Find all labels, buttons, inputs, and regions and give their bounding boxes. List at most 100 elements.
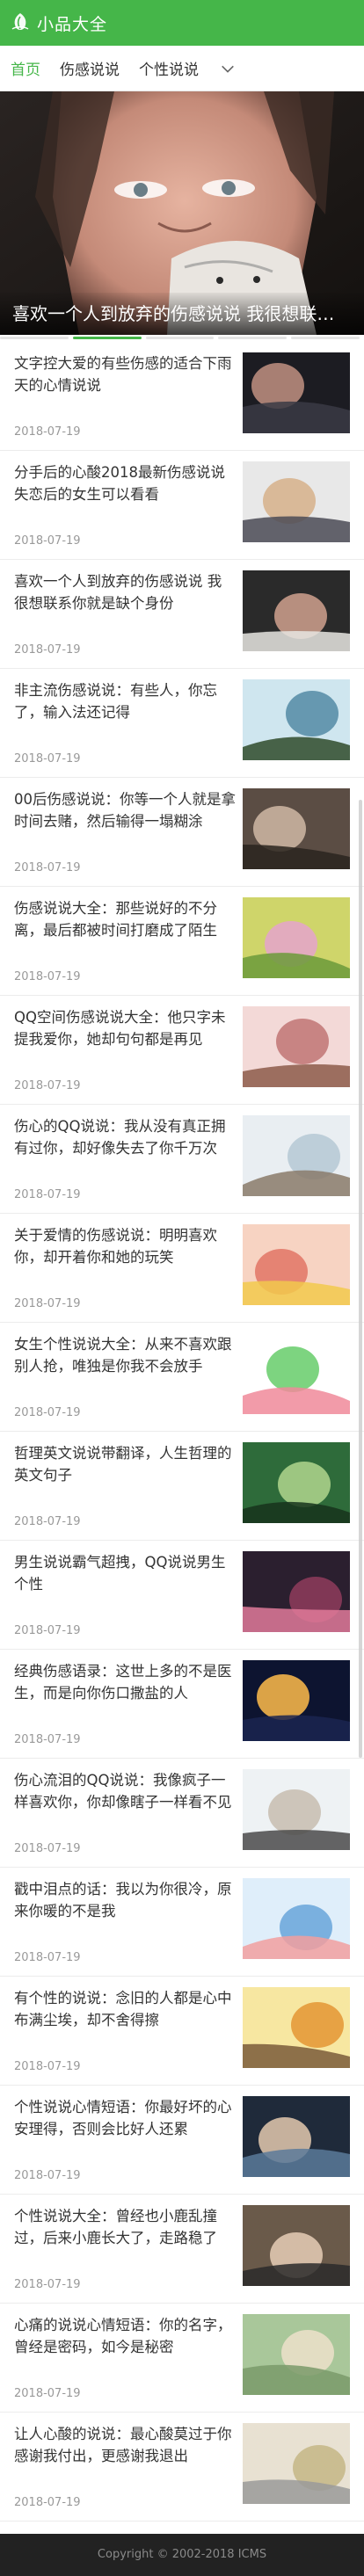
article-item[interactable]: 伤心的QQ说说：我从没有真正拥有过你，却好像失去了你千万次 2018-07-19 [0, 1105, 364, 1214]
article-title[interactable]: 00后伤感说说：你等一个人就是拿时间去赌，然后输得一塌糊涂 [14, 788, 236, 832]
article-date: 2018-07-19 [14, 2387, 81, 2400]
article-title[interactable]: QQ空间伤感说说大全：他只字未提我爱你，她却句句都是再见 [14, 1006, 236, 1050]
chevron-down-icon[interactable] [218, 59, 237, 78]
article-thumbnail[interactable] [243, 461, 350, 542]
article-thumbnail[interactable] [243, 679, 350, 760]
article-item[interactable]: 让人心酸的说说：最心酸莫过于你感谢我付出，更感谢我退出 2018-07-19 [0, 2413, 364, 2522]
article-item[interactable]: 男生说说霸气超拽，QQ说说男生个性 2018-07-19 [0, 1541, 364, 1650]
article-text: 伤感说说大全：那些说好的不分离，最后都被时间打磨成了陌生 2018-07-19 [14, 897, 236, 985]
carousel-dot[interactable] [218, 337, 288, 339]
article-thumbnail[interactable] [243, 1442, 350, 1523]
article-date: 2018-07-19 [14, 861, 81, 874]
article-title[interactable]: 女生个性说说大全：从来不喜欢跟别人抢，唯独是你我不会放手 [14, 1333, 236, 1377]
article-thumbnail[interactable] [243, 1333, 350, 1414]
article-thumbnail[interactable] [243, 1878, 350, 1959]
nav-item-home[interactable]: 首页 [11, 57, 40, 79]
article-thumbnail[interactable] [243, 2096, 350, 2177]
carousel-dot[interactable] [145, 337, 215, 339]
article-date: 2018-07-19 [14, 2496, 81, 2509]
logo-icon[interactable] [9, 11, 32, 34]
article-thumbnail[interactable] [243, 897, 350, 978]
article-text: QQ空间伤感说说大全：他只字未提我爱你，她却句句都是再见 2018-07-19 [14, 1006, 236, 1094]
article-item[interactable]: 关于爱情的伤感说说：明明喜欢你，却开着你和她的玩笑 2018-07-19 [0, 1214, 364, 1323]
banner-caption[interactable]: 喜欢一个人到放弃的伤感说说 我很想联系你就是缺个身份 [0, 293, 364, 335]
article-title[interactable]: 心痛的说说心情短语：你的名字，曾经是密码，如今是秘密 [14, 2314, 236, 2358]
article-text: 有个性的说说：念旧的人都是心中布满尘埃，却不舍得擦 2018-07-19 [14, 1987, 236, 2075]
carousel-dot[interactable] [291, 337, 360, 339]
article-item[interactable]: 有个性的说说：念旧的人都是心中布满尘埃，却不舍得擦 2018-07-19 [0, 1977, 364, 2086]
article-item[interactable]: 个性说说心情短语：你最好坏的心安理得，否则会比好人还累 2018-07-19 [0, 2086, 364, 2195]
article-date: 2018-07-19 [14, 2060, 81, 2073]
article-item[interactable]: 经典伤感语录：这世上多的不是医生，而是向你伤口撒盐的人 2018-07-19 [0, 1650, 364, 1759]
article-date: 2018-07-19 [14, 1624, 81, 1637]
article-item[interactable]: 女生个性说说大全：从来不喜欢跟别人抢，唯独是你我不会放手 2018-07-19 [0, 1323, 364, 1432]
nav-item-sad-quotes[interactable]: 伤感说说 [60, 57, 120, 79]
copyright-text: Copyright © 2002-2018 ICMS [97, 2548, 267, 2561]
carousel-indicators [0, 335, 364, 342]
article-thumbnail[interactable] [243, 1551, 350, 1632]
article-title[interactable]: 哲理英文说说带翻译，人生哲理的英文句子 [14, 1442, 236, 1486]
article-item[interactable]: 戳中泪点的话：我以为你很冷，原来你暖的不是我 2018-07-19 [0, 1868, 364, 1977]
article-title[interactable]: 关于爱情的伤感说说：明明喜欢你，却开着你和她的玩笑 [14, 1224, 236, 1268]
article-title[interactable]: 分手后的心酸2018最新伤感说说 失恋后的女生可以看看 [14, 461, 236, 505]
article-title[interactable]: 伤感说说大全：那些说好的不分离，最后都被时间打磨成了陌生 [14, 897, 236, 941]
article-thumbnail[interactable] [243, 1224, 350, 1305]
article-title[interactable]: 文字控大爱的有些伤感的适合下雨天的心情说说 [14, 352, 236, 396]
article-item[interactable]: 个性说说大全：曾经也小鹿乱撞过，后来小鹿长大了，走路稳了 2018-07-19 [0, 2195, 364, 2304]
article-text: 个性说说心情短语：你最好坏的心安理得，否则会比好人还累 2018-07-19 [14, 2096, 236, 2184]
article-item[interactable]: QQ空间伤感说说大全：他只字未提我爱你，她却句句都是再见 2018-07-19 [0, 996, 364, 1105]
article-title[interactable]: 非主流伤感说说：有些人，你忘了，输入法还记得 [14, 679, 236, 723]
carousel-dot[interactable] [0, 337, 69, 339]
article-text: 00后伤感说说：你等一个人就是拿时间去赌，然后输得一塌糊涂 2018-07-19 [14, 788, 236, 876]
article-item[interactable]: 文字控大爱的有些伤感的适合下雨天的心情说说 2018-07-19 [0, 342, 364, 451]
article-title[interactable]: 喜欢一个人到放弃的伤感说说 我很想联系你就是缺个身份 [14, 570, 236, 614]
article-thumbnail[interactable] [243, 2423, 350, 2504]
article-thumbnail[interactable] [243, 1006, 350, 1087]
site-logo-text[interactable]: 小品大全 [37, 11, 107, 35]
article-title[interactable]: 个性说说大全：曾经也小鹿乱撞过，后来小鹿长大了，走路稳了 [14, 2205, 236, 2249]
article-text: 女生个性说说大全：从来不喜欢跟别人抢，唯独是你我不会放手 2018-07-19 [14, 1333, 236, 1421]
article-item[interactable]: 哲理英文说说带翻译，人生哲理的英文句子 2018-07-19 [0, 1432, 364, 1541]
article-title[interactable]: 伤心的QQ说说：我从没有真正拥有过你，却好像失去了你千万次 [14, 1115, 236, 1159]
article-date: 2018-07-19 [14, 1842, 81, 1855]
article-thumbnail[interactable] [243, 352, 350, 433]
page: 小品大全 首页 伤感说说 个性说说 喜欢一个人到放弃的伤感说说 我很想联系你 文… [0, 0, 364, 2576]
article-title[interactable]: 经典伤感语录：这世上多的不是医生，而是向你伤口撒盐的人 [14, 1660, 236, 1704]
article-title[interactable]: 男生说说霸气超拽，QQ说说男生个性 [14, 1551, 236, 1595]
article-date: 2018-07-19 [14, 1188, 81, 1201]
article-thumbnail[interactable] [243, 1987, 350, 2068]
article-text: 个性说说大全：曾经也小鹿乱撞过，后来小鹿长大了，走路稳了 2018-07-19 [14, 2205, 236, 2293]
article-thumbnail[interactable] [243, 1115, 350, 1196]
article-thumbnail[interactable] [243, 570, 350, 651]
article-list: 文字控大爱的有些伤感的适合下雨天的心情说说 2018-07-19 分手后的心酸201… [0, 342, 364, 2522]
article-item[interactable]: 喜欢一个人到放弃的伤感说说 我很想联系你就是缺个身份 2018-07-19 [0, 560, 364, 669]
article-title[interactable]: 戳中泪点的话：我以为你很冷，原来你暖的不是我 [14, 1878, 236, 1922]
article-date: 2018-07-19 [14, 1297, 81, 1310]
article-title[interactable]: 伤心流泪的QQ说说：我像疯子一样喜欢你，你却像瞎子一样看不见 [14, 1769, 236, 1813]
carousel-dot-active[interactable] [72, 337, 142, 339]
article-date: 2018-07-19 [14, 2278, 81, 2291]
article-thumbnail[interactable] [243, 2314, 350, 2395]
article-item[interactable]: 伤心流泪的QQ说说：我像疯子一样喜欢你，你却像瞎子一样看不见 2018-07-19 [0, 1759, 364, 1868]
article-item[interactable]: 伤感说说大全：那些说好的不分离，最后都被时间打磨成了陌生 2018-07-19 [0, 887, 364, 996]
article-date: 2018-07-19 [14, 1733, 81, 1746]
article-title[interactable]: 个性说说心情短语：你最好坏的心安理得，否则会比好人还累 [14, 2096, 236, 2140]
article-text: 关于爱情的伤感说说：明明喜欢你，却开着你和她的玩笑 2018-07-19 [14, 1224, 236, 1312]
nav-item-personal-quotes[interactable]: 个性说说 [139, 57, 199, 79]
article-thumbnail[interactable] [243, 1660, 350, 1741]
article-date: 2018-07-19 [14, 1951, 81, 1964]
article-item[interactable]: 00后伤感说说：你等一个人就是拿时间去赌，然后输得一塌糊涂 2018-07-19 [0, 778, 364, 887]
article-title[interactable]: 让人心酸的说说：最心酸莫过于你感谢我付出，更感谢我退出 [14, 2423, 236, 2467]
article-item[interactable]: 非主流伤感说说：有些人，你忘了，输入法还记得 2018-07-19 [0, 669, 364, 778]
article-text: 经典伤感语录：这世上多的不是医生，而是向你伤口撒盐的人 2018-07-19 [14, 1660, 236, 1748]
article-thumbnail[interactable] [243, 2205, 350, 2286]
banner-carousel[interactable]: 喜欢一个人到放弃的伤感说说 我很想联系你就是缺个身份 [0, 91, 364, 335]
scrollbar[interactable] [359, 800, 362, 1758]
article-item[interactable]: 分手后的心酸2018最新伤感说说 失恋后的女生可以看看 2018-07-19 [0, 451, 364, 560]
article-thumbnail[interactable] [243, 788, 350, 869]
article-thumbnail[interactable] [243, 1769, 350, 1850]
article-date: 2018-07-19 [14, 2169, 81, 2182]
article-text: 伤心的QQ说说：我从没有真正拥有过你，却好像失去了你千万次 2018-07-19 [14, 1115, 236, 1203]
article-title[interactable]: 有个性的说说：念旧的人都是心中布满尘埃，却不舍得擦 [14, 1987, 236, 2031]
article-item[interactable]: 心痛的说说心情短语：你的名字，曾经是密码，如今是秘密 2018-07-19 [0, 2304, 364, 2413]
